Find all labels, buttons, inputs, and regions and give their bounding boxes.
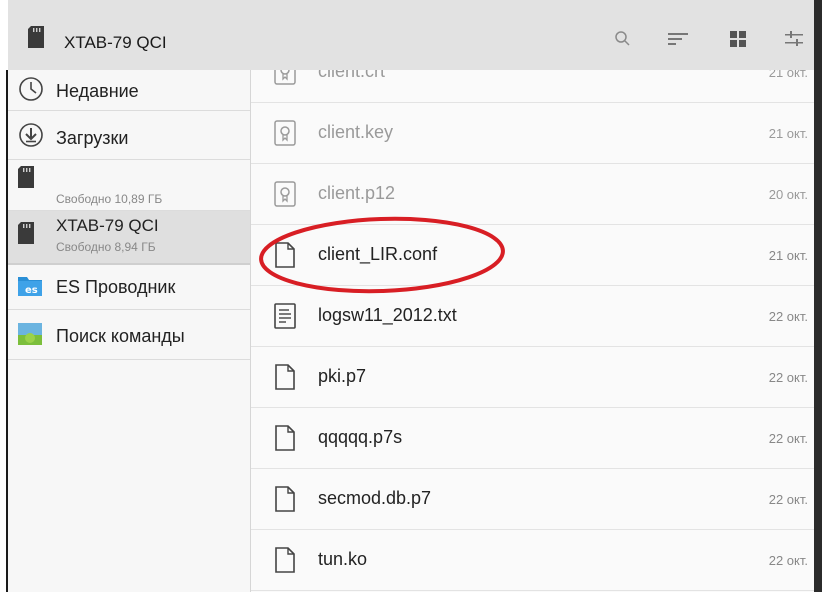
screen-frame-right <box>814 0 822 592</box>
file-date: 22 окт. <box>768 553 808 568</box>
drawer-sublabel: Свободно 8,94 ГБ <box>56 240 156 254</box>
drawer-label: ES Проводник <box>56 277 176 297</box>
file-name: logsw11_2012.txt <box>318 305 457 325</box>
settings-sliders-icon[interactable] <box>782 28 806 50</box>
file-name: client.p12 <box>318 183 396 203</box>
drawer-item-device-storage[interactable]: XTAB-79 QCI Свободно 8,94 ГБ <box>8 211 250 265</box>
file-row[interactable]: client_LIR.conf 21 окт. <box>251 224 814 286</box>
clock-icon <box>19 77 43 101</box>
screen-frame-left <box>0 0 8 592</box>
drawer-item-search-command[interactable]: Поиск команды <box>8 310 250 360</box>
drawer-item-internal-storage[interactable]: Свободно 10,89 ГБ <box>8 160 250 211</box>
file-date: 22 окт. <box>768 309 808 324</box>
file-row[interactable]: client.key 21 окт. <box>251 102 814 164</box>
folder-es-icon: es <box>18 277 42 296</box>
svg-text:es: es <box>25 285 38 296</box>
file-icon <box>275 486 295 512</box>
file-icon <box>275 425 295 451</box>
file-date: 22 окт. <box>768 431 808 446</box>
file-row[interactable]: logsw11_2012.txt 22 окт. <box>251 285 814 347</box>
drawer-label: XTAB-79 QCI <box>56 216 159 235</box>
file-date: 22 окт. <box>768 492 808 507</box>
search-icon[interactable] <box>611 28 635 50</box>
file-date: 21 окт. <box>768 126 808 141</box>
file-date: 20 окт. <box>768 187 808 202</box>
file-row[interactable]: tun.ko 22 окт. <box>251 529 814 591</box>
file-date: 22 окт. <box>768 370 808 385</box>
file-row[interactable]: secmod.db.p7 22 окт. <box>251 468 814 530</box>
file-name: client.crt <box>318 70 386 81</box>
sd-card-icon <box>18 222 34 244</box>
certificate-icon <box>274 181 296 207</box>
drawer-label: Поиск команды <box>56 326 185 346</box>
action-bar: XTAB-79 QCI <box>8 0 814 71</box>
file-icon <box>275 364 295 390</box>
drawer-item-downloads[interactable]: Загрузки <box>8 111 250 160</box>
drawer-label: Недавние <box>56 81 139 101</box>
location-title[interactable]: XTAB-79 QCI <box>64 33 167 53</box>
file-name: secmod.db.p7 <box>318 488 432 508</box>
file-row[interactable]: pki.p7 22 окт. <box>251 346 814 408</box>
navigation-drawer: Недавние Загрузки Свободно 10,89 ГБ XTAB… <box>8 70 251 592</box>
file-row[interactable]: client.crt 21 окт. <box>251 70 814 103</box>
certificate-icon <box>274 120 296 146</box>
sd-card-icon <box>18 166 34 188</box>
file-date: 21 окт. <box>768 70 808 80</box>
file-row[interactable]: qqqqq.p7s 22 окт. <box>251 407 814 469</box>
file-name: client_LIR.conf <box>318 244 438 264</box>
file-list: client.crt 21 окт. client.key 21 окт. cl… <box>251 70 814 592</box>
grid-view-icon[interactable] <box>726 28 750 50</box>
file-icon <box>275 547 295 573</box>
sort-icon[interactable] <box>666 28 690 50</box>
certificate-icon <box>274 70 296 85</box>
drawer-item-es-explorer[interactable]: es ES Проводник <box>8 265 250 310</box>
android-app-icon <box>18 323 42 345</box>
text-file-icon <box>274 303 296 329</box>
file-date: 21 окт. <box>768 248 808 263</box>
file-name: client.key <box>318 122 394 142</box>
drawer-sublabel: Свободно 10,89 ГБ <box>56 192 163 206</box>
drawer-item-recent[interactable]: Недавние <box>8 70 250 111</box>
file-name: qqqqq.p7s <box>318 427 403 447</box>
file-row[interactable]: client.p12 20 окт. <box>251 163 814 225</box>
sd-card-icon[interactable] <box>28 26 44 48</box>
download-icon <box>19 123 43 147</box>
file-name: pki.p7 <box>318 366 367 386</box>
drawer-label: Загрузки <box>56 128 129 148</box>
file-icon <box>275 242 295 268</box>
file-name: tun.ko <box>318 549 368 569</box>
